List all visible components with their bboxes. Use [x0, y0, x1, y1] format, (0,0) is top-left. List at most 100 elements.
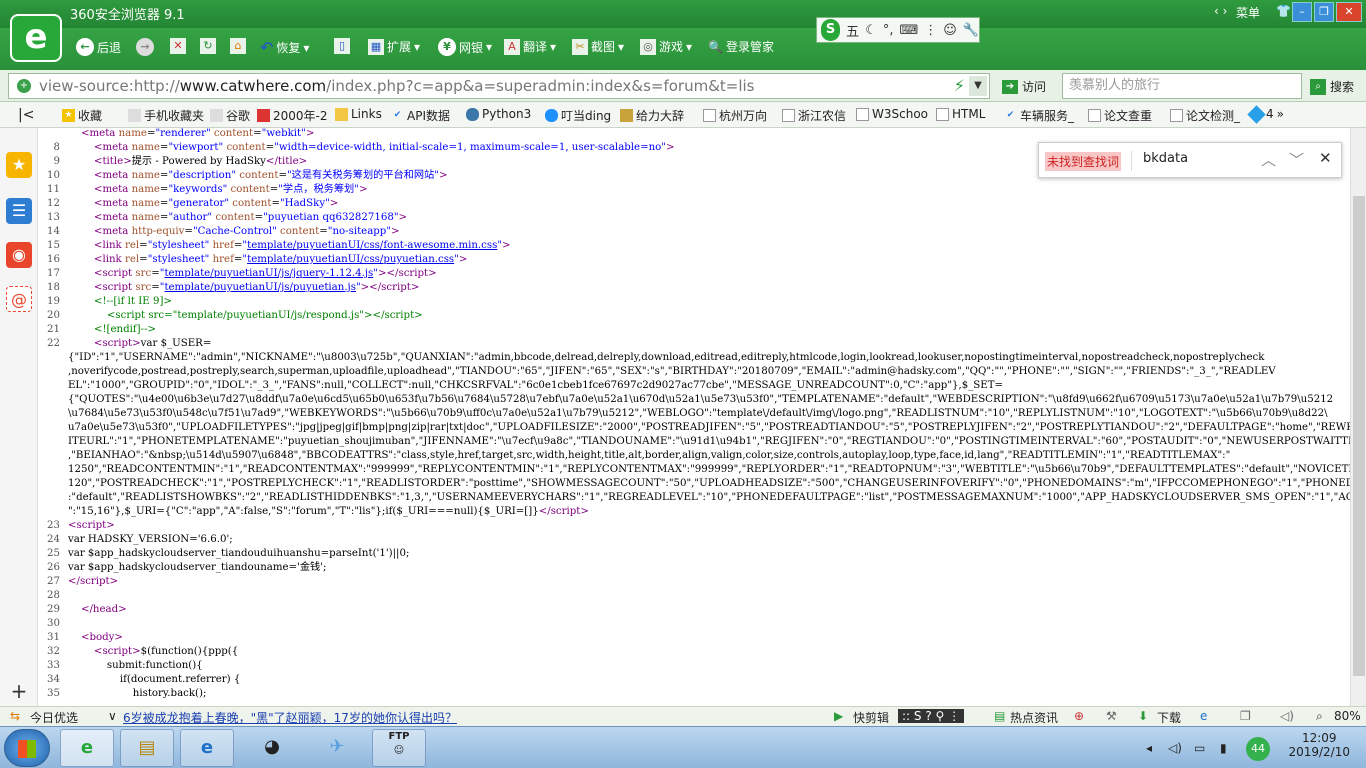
find-close-icon[interactable]: ✕ [1319, 149, 1332, 167]
address-input[interactable]: + view-source:http://www.catwhere.com/in… [8, 73, 990, 99]
bookmark-item[interactable]: 手机收藏夹 [128, 107, 204, 124]
bookmark-item[interactable]: ★ 收藏 [62, 107, 102, 124]
wrench-icon[interactable]: 🔧 [963, 23, 979, 38]
restore-button[interactable]: ❐ [1314, 2, 1334, 22]
minimize-button[interactable]: – [1292, 2, 1312, 22]
source-line: 33 submit:function(){ [38, 659, 1350, 673]
source-view[interactable]: <meta name="renderer" content="webkit"> 8… [38, 128, 1350, 706]
bookmark-item[interactable]: 论文检测_ [1170, 107, 1240, 124]
tray-badge[interactable]: 44 [1246, 737, 1270, 761]
ie-taskbar-icon[interactable]: e [180, 729, 234, 767]
bookmark-item[interactable]: 论文查重 [1088, 107, 1152, 124]
bookmark-item[interactable]: ✔ API数据 [391, 107, 450, 124]
clock[interactable]: 12:09 2019/2/10 [1288, 731, 1350, 759]
bookmark-item[interactable]: 谷歌 [210, 107, 250, 124]
lightning-icon[interactable]: ⚡ [954, 74, 965, 98]
download-button[interactable]: 下载 [1157, 709, 1181, 726]
ime-toolbar[interactable]: S 五 ☾ °, ⌨ ⋮ ☺ 🔧 [816, 17, 980, 43]
volume-icon[interactable]: ◁) [1280, 709, 1294, 723]
translate-button[interactable]: A 翻译 ▾ [504, 38, 556, 55]
news-icon[interactable]: ☰ [6, 198, 32, 224]
bookmark-item[interactable]: Links [335, 107, 382, 121]
star-icon[interactable]: ★ [6, 152, 32, 178]
bookmark-item[interactable]: 杭州万向 [703, 107, 767, 124]
source-line: 31 <body> [38, 631, 1350, 645]
bookmarks-collapse-icon[interactable]: |< [18, 107, 34, 123]
bookmark-more[interactable]: 4» [1247, 104, 1284, 124]
tray-network-icon[interactable]: ▭ [1194, 741, 1205, 755]
extensions-button[interactable]: ▦ 扩展 ▾ [368, 38, 420, 55]
visit-button[interactable]: ➔ 访问 [1002, 78, 1046, 95]
skin-icon[interactable]: ⋮ [924, 23, 937, 38]
start-button[interactable] [4, 729, 50, 767]
plus-icon[interactable]: + [6, 678, 32, 704]
nav-arrows-icon[interactable]: ‹ › [1214, 4, 1227, 18]
explorer-taskbar-icon[interactable]: ▤ [120, 729, 174, 767]
tray-battery-icon[interactable]: ▮ [1220, 741, 1227, 755]
news-headline-link[interactable]: 6岁被成龙抱着上春晚，"黑"了赵丽颖，17岁的她你认得出吗？ [123, 709, 457, 726]
qq-taskbar-icon[interactable]: ◕ [245, 729, 299, 767]
bookmark-label: API数据 [407, 109, 450, 123]
find-divider [1131, 151, 1132, 171]
find-next-icon[interactable]: ﹀ [1289, 149, 1304, 170]
close-button[interactable]: ✕ [1336, 2, 1362, 22]
phone-button[interactable]: ▯ [334, 38, 350, 54]
search-button[interactable]: ⌕ 搜索 [1310, 78, 1354, 95]
phone-icon [128, 109, 141, 122]
bookmark-item[interactable]: Python3 [466, 107, 531, 121]
home-button[interactable]: ⌂ [230, 38, 246, 54]
bookmark-item[interactable]: 叮当ding [545, 107, 611, 124]
source-line: 1250","READCONTENTMIN":"1","READCONTENTM… [38, 463, 1350, 477]
keyboard-icon[interactable]: ⌨ [899, 23, 918, 38]
restore-tab-button[interactable]: ↶ 恢复 ▾ [260, 38, 309, 57]
menu-button[interactable]: 菜单 [1236, 4, 1260, 21]
zoom-level[interactable]: 80% [1334, 709, 1361, 723]
forward-button[interactable]: → [136, 38, 154, 56]
bookmark-item[interactable]: HTML [936, 107, 985, 121]
ftp-taskbar-icon[interactable]: FTP ☺ [372, 729, 426, 767]
skin-icon[interactable]: 👕 [1276, 4, 1291, 18]
line-code: <link rel="stylesheet" href="template/pu… [93, 240, 511, 251]
stop-button[interactable]: ✕ [170, 38, 186, 54]
punct-icon[interactable]: °, [883, 23, 894, 38]
ime-status-icon[interactable]: :: S ? ⚲ ⋮ [898, 709, 965, 723]
ie-icon[interactable]: e [1200, 709, 1207, 723]
health-icon[interactable]: ⊕ [1074, 709, 1084, 723]
weibo-icon[interactable]: ◉ [6, 242, 32, 268]
source-line: ":"15,16"},$_URI={"C":"app","A":false,"S… [38, 505, 1350, 519]
url-host: www.catwhere.com [179, 77, 327, 95]
tools-icon[interactable]: ⚒ [1106, 709, 1117, 723]
tray-volume-icon[interactable]: ◁) [1168, 741, 1182, 755]
refresh-button[interactable]: ↻ [200, 38, 216, 54]
bookmark-item[interactable]: 2000年-2 [257, 107, 328, 124]
browser-taskbar-icon[interactable]: e [60, 729, 114, 767]
chevron-down-icon[interactable]: ∨ [108, 709, 117, 723]
login-manager-button[interactable]: 🔍 登录管家 [708, 38, 774, 55]
today-label[interactable]: 今日优选 [30, 709, 78, 726]
scrollbar-thumb[interactable] [1353, 196, 1365, 676]
line-code: <meta name="description" content="这是有关税务… [93, 170, 448, 181]
search-input[interactable]: 羡慕别人的旅行 [1062, 73, 1302, 99]
bookmark-item[interactable]: ✔ 车辆服务_ [1004, 107, 1074, 124]
tray-expand-icon[interactable]: ◂ [1146, 741, 1152, 755]
vertical-scrollbar[interactable] [1350, 128, 1366, 706]
games-button[interactable]: ◎ 游戏 ▾ [640, 38, 692, 55]
hot-news-button[interactable]: 热点资讯 [1010, 709, 1058, 726]
quick-clip-button[interactable]: 快剪辑 [853, 709, 889, 726]
go-arrow-icon: ➔ [1002, 79, 1018, 94]
mail-taskbar-icon[interactable]: ✈ [310, 729, 364, 767]
address-dropdown-icon[interactable]: ▼ [969, 76, 987, 96]
bookmark-item[interactable]: 浙江农信 [782, 107, 846, 124]
undo-icon: ↶ [260, 38, 274, 57]
user-icon[interactable]: ☺ [943, 23, 957, 38]
find-input[interactable]: bkdata [1143, 151, 1188, 166]
mail-icon[interactable]: @ [6, 286, 32, 312]
find-prev-icon[interactable]: ︿ [1261, 149, 1276, 170]
window-icon[interactable]: ❐ [1240, 709, 1251, 723]
back-button[interactable]: ← 后退 [76, 38, 121, 56]
netbank-button[interactable]: ¥ 网银 ▾ [438, 38, 492, 56]
screenshot-button[interactable]: ✂ 截图 ▾ [572, 38, 624, 55]
bookmark-item[interactable]: 给力大辞 [620, 107, 684, 124]
moon-icon[interactable]: ☾ [865, 23, 877, 38]
bookmark-item[interactable]: W3Schoo [856, 107, 928, 121]
